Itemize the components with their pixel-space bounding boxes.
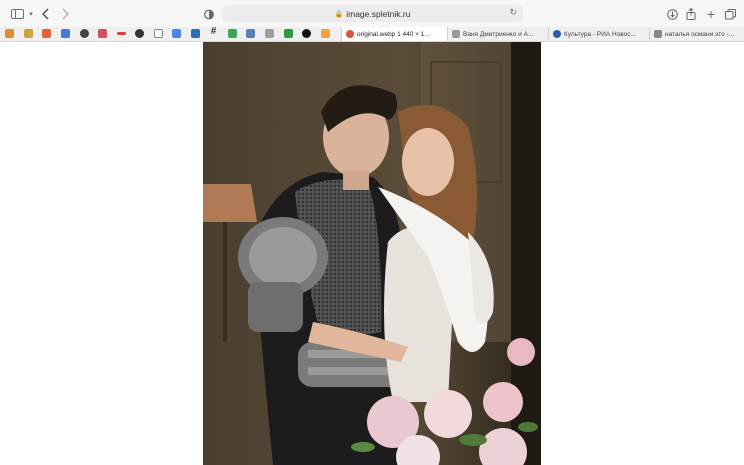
favorite-icon[interactable]	[302, 29, 311, 38]
favorite-icon[interactable]	[80, 29, 89, 38]
chevron-right-icon[interactable]	[57, 6, 73, 22]
favorite-icon[interactable]	[24, 29, 33, 38]
favorite-icon[interactable]	[135, 29, 144, 38]
tab-label: original.webp 1 440 × 1...	[357, 30, 430, 38]
site-icon	[553, 30, 561, 38]
displayed-image	[203, 42, 541, 465]
favorite-icon[interactable]	[321, 29, 330, 38]
address-text: image.spletnik.ru	[346, 8, 411, 19]
favorite-icon[interactable]	[228, 29, 237, 38]
tab-label: наталья османи это -...	[665, 30, 735, 38]
chevron-left-icon[interactable]	[38, 6, 54, 22]
lock-icon: 🔒	[334, 10, 344, 18]
photo-illustration	[203, 42, 541, 465]
tab-article[interactable]: Ваня Дмитриенко и А...	[447, 27, 548, 41]
favorite-icon[interactable]	[284, 29, 293, 38]
tab-search[interactable]: наталья османи это -...	[649, 27, 744, 41]
site-icon	[452, 30, 460, 38]
site-icon	[654, 30, 662, 38]
download-icon[interactable]	[664, 6, 680, 22]
favorite-icon[interactable]	[42, 29, 51, 38]
share-icon[interactable]	[683, 6, 699, 22]
favorite-icon[interactable]	[191, 29, 200, 38]
favorite-icon[interactable]	[265, 29, 274, 38]
tab-label: Ваня Дмитриенко и А...	[463, 30, 534, 38]
site-icon	[346, 30, 354, 38]
hashtag-icon[interactable]: #	[209, 26, 218, 37]
favorite-icon[interactable]	[172, 29, 181, 38]
tab-label: Культура - РИА Новос...	[564, 30, 636, 38]
address-bar[interactable]: 🔒 image.spletnik.ru ↻	[222, 5, 523, 22]
favorite-icon[interactable]	[61, 29, 70, 38]
shield-icon[interactable]	[201, 6, 217, 22]
chevron-down-icon[interactable]: ▾	[23, 6, 39, 22]
favorite-icon[interactable]	[154, 29, 163, 38]
favorite-icon[interactable]	[246, 29, 255, 38]
tabs-icon[interactable]	[722, 6, 738, 22]
favorite-icon[interactable]	[98, 29, 107, 38]
reload-icon[interactable]: ↻	[509, 7, 517, 18]
plus-icon[interactable]: +	[703, 6, 719, 22]
favorite-icon[interactable]	[5, 29, 14, 38]
favorite-icon[interactable]	[117, 32, 126, 35]
tab-image[interactable]: original.webp 1 440 × 1...	[341, 27, 447, 41]
browser-toolbar: ▾ 🔒 image.spletnik.ru ↻ +	[0, 0, 744, 27]
tab-news[interactable]: Культура - РИА Новос...	[548, 27, 649, 41]
